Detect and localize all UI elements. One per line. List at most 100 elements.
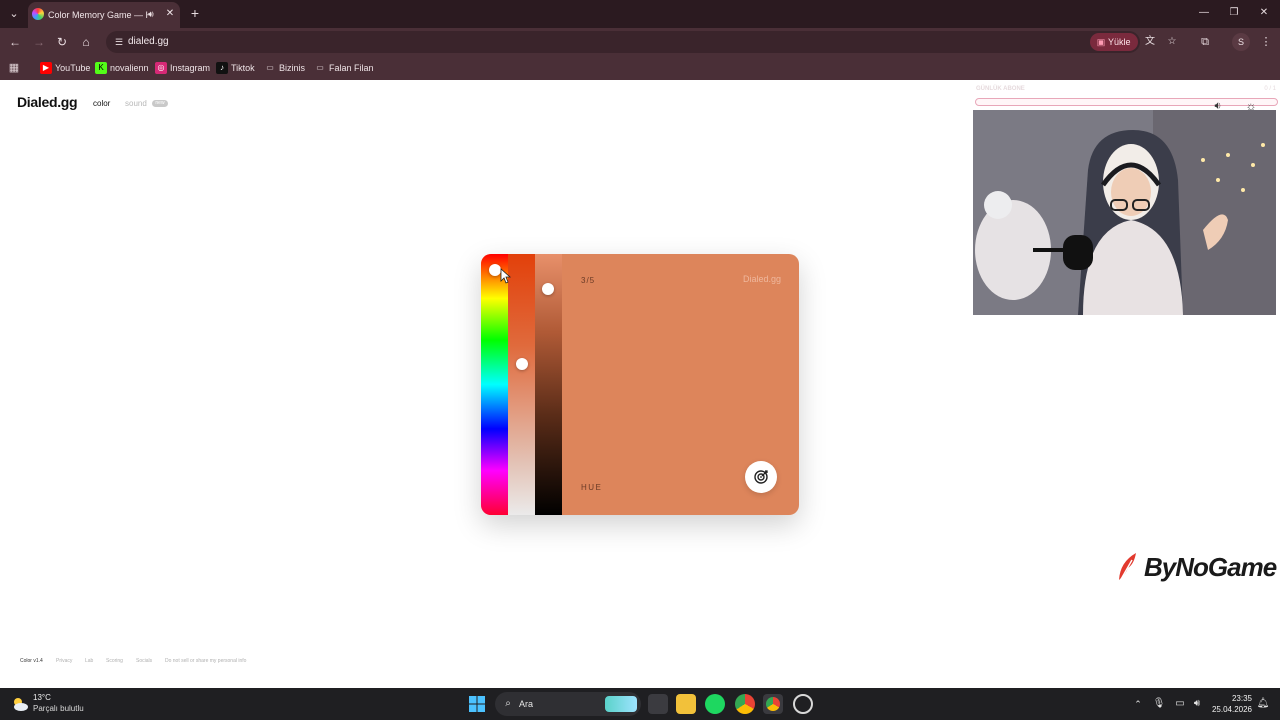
app-notification-icon[interactable] [793, 694, 813, 714]
subscriber-goal-bar [975, 98, 1278, 106]
taskbar-search[interactable]: ⌕ Ara [495, 692, 641, 716]
network-icon[interactable]: ▭ [1172, 696, 1188, 712]
round-counter: 3/5 [581, 276, 596, 285]
brightness-slider[interactable] [535, 254, 562, 515]
bookmark-folder-bizinis[interactable]: ▭ Bizinis [264, 60, 308, 76]
bookmarks-bar: ▦ ▶ YouTube K novalienn ◎ Instagram ♪ Ti… [0, 56, 1280, 80]
bookmark-label: YouTube [55, 63, 91, 73]
close-icon[interactable]: ✕ [164, 7, 176, 21]
tab-title: Color Memory Game — Hu [48, 10, 148, 20]
windows-start-icon[interactable] [469, 696, 485, 712]
folder-icon: ▭ [266, 63, 274, 72]
chrome-icon [766, 697, 780, 711]
bookmark-folder-falan-filan[interactable]: ▭ Falan Filan [314, 60, 374, 76]
restore-button[interactable]: ❐ [1222, 4, 1246, 22]
footer-version: Color v1.4 [20, 658, 43, 664]
address-bar[interactable]: ☰ dialed.gg ▣ Yükle 文 ☆ [106, 31, 1176, 53]
weather-cloud-icon[interactable] [10, 694, 30, 714]
home-icon[interactable]: ⌂ [77, 33, 95, 51]
instagram-icon: ◎ [155, 62, 167, 74]
tab-search-chevron-icon[interactable]: ⌄ [4, 4, 24, 24]
bookmark-label: Tiktok [231, 63, 255, 73]
footer-link-socials[interactable]: Socials [136, 656, 152, 666]
new-badge: new [152, 100, 168, 107]
browser-tab-bar: ⌄ Color Memory Game — Hu 🔊︎ ✕ + — ❐ ✕ [0, 0, 1280, 28]
target-icon [754, 470, 768, 484]
subscriber-goal-header: GÜNLÜK ABONE 0 / 1 [976, 84, 1276, 94]
back-arrow-icon[interactable]: ← [6, 33, 24, 51]
os-taskbar: 13°C Parçalı bulutlu ⌕ Ara ⌃ 🎙︎ ▭ 🔊︎ 23:… [0, 688, 1280, 720]
footer-link-do-not-sell[interactable]: Do not sell or share my personal info [165, 656, 246, 666]
microphone-icon[interactable]: 🎙︎ [1151, 696, 1167, 712]
reload-icon[interactable]: ↻ [53, 33, 71, 51]
tray-chevron-up-icon[interactable]: ⌃ [1131, 696, 1145, 712]
task-view-icon[interactable] [648, 694, 668, 714]
chrome-icon[interactable] [735, 694, 755, 714]
minimize-button[interactable]: — [1192, 4, 1216, 22]
bookmark-novalienn[interactable]: K novalienn [95, 60, 149, 76]
new-tab-button[interactable]: + [186, 4, 204, 22]
color-game-card: 3/5 Dialed.gg HUE [481, 254, 799, 515]
url-text[interactable]: dialed.gg [128, 34, 328, 50]
footer-link-privacy[interactable]: Privacy [56, 656, 72, 666]
active-slider-label: HUE [581, 483, 603, 492]
saturation-slider-handle[interactable] [516, 358, 528, 370]
bookmark-label: Instagram [170, 63, 211, 73]
extensions-icon[interactable]: ⧉ [1196, 33, 1214, 51]
page-viewport: Dialed.gg color sound new 3/5 Dialed.gg … [0, 80, 1280, 688]
site-logo[interactable]: Dialed.gg [17, 92, 87, 112]
weather-description[interactable]: Parçalı bulutlu [33, 703, 103, 715]
clock-date[interactable]: 25.04.2026 [1204, 704, 1252, 716]
footer-link-lab[interactable]: Lab [85, 656, 93, 666]
brightness-slider-handle[interactable] [542, 283, 554, 295]
bookmark-youtube[interactable]: ▶ YouTube [40, 60, 91, 76]
mode-tab-sound[interactable]: sound [125, 98, 151, 110]
brand-name: ByNoGame [1144, 552, 1277, 582]
folder-icon: ▭ [316, 63, 324, 72]
hue-slider[interactable] [481, 254, 508, 515]
bookmark-instagram[interactable]: ◎ Instagram [155, 60, 211, 76]
footer-link-scoring[interactable]: Scoring [106, 656, 123, 666]
footer: Color v1.4 Privacy Lab Scoring Socials D… [20, 656, 320, 666]
tiktok-icon: ♪ [216, 62, 228, 74]
webcam-scene-image [973, 110, 1276, 315]
webcam-feed [973, 110, 1276, 315]
browser-toolbar: ← → ↻ ⌂ ☰ dialed.gg ▣ Yükle 文 ☆ ⧉ S ⋮ [0, 28, 1280, 56]
search-highlight-image [605, 696, 637, 712]
install-icon: ▣ [1096, 37, 1106, 47]
site-info-icon[interactable]: ☰ [112, 35, 126, 49]
mouse-cursor-icon [500, 268, 512, 284]
card-watermark: Dialed.gg [742, 274, 781, 284]
mode-tab-color[interactable]: color [93, 98, 123, 110]
youtube-icon: ▶ [40, 62, 52, 74]
saturation-slider[interactable] [508, 254, 535, 515]
window-close-button[interactable]: ✕ [1252, 4, 1276, 22]
bookmark-label: Bizinis [279, 63, 306, 73]
subscriber-goal-count: 0 / 1 [1264, 86, 1276, 92]
profile-avatar[interactable]: S [1232, 33, 1250, 51]
color-wheel-favicon-icon [32, 8, 44, 20]
notification-bell-icon[interactable]: 🔔︎ [1256, 696, 1270, 712]
bookmark-star-icon[interactable]: ☆ [1164, 34, 1180, 50]
speaker-icon[interactable]: 🔊︎ [148, 7, 160, 21]
bookmark-tiktok[interactable]: ♪ Tiktok [216, 60, 256, 76]
chrome-profile-active-icon[interactable] [763, 694, 783, 714]
file-explorer-icon[interactable] [676, 694, 696, 714]
search-label: Ara [519, 699, 534, 709]
search-icon: ⌕ [505, 698, 511, 709]
active-tab[interactable]: Color Memory Game — Hu 🔊︎ ✕ [28, 2, 180, 28]
apps-grid-icon[interactable]: ▦ [6, 60, 22, 76]
subscriber-goal-title: GÜNLÜK ABONE [976, 86, 1025, 92]
kick-icon: K [95, 62, 107, 74]
bookmark-label: novalienn [110, 63, 149, 73]
volume-icon[interactable]: 🔊︎ [1189, 696, 1205, 712]
install-app-button[interactable]: ▣ Yükle [1090, 33, 1138, 51]
bookmark-label: Falan Filan [329, 63, 374, 73]
spotify-icon[interactable] [705, 694, 725, 714]
forward-arrow-icon[interactable]: → [30, 33, 48, 51]
submit-guess-button[interactable] [745, 461, 777, 493]
brand-logo: ByNoGame [1116, 550, 1280, 584]
more-menu-icon[interactable]: ⋮ [1257, 33, 1275, 51]
feather-logo-icon [1119, 553, 1136, 582]
translate-icon[interactable]: 文 [1142, 34, 1158, 50]
